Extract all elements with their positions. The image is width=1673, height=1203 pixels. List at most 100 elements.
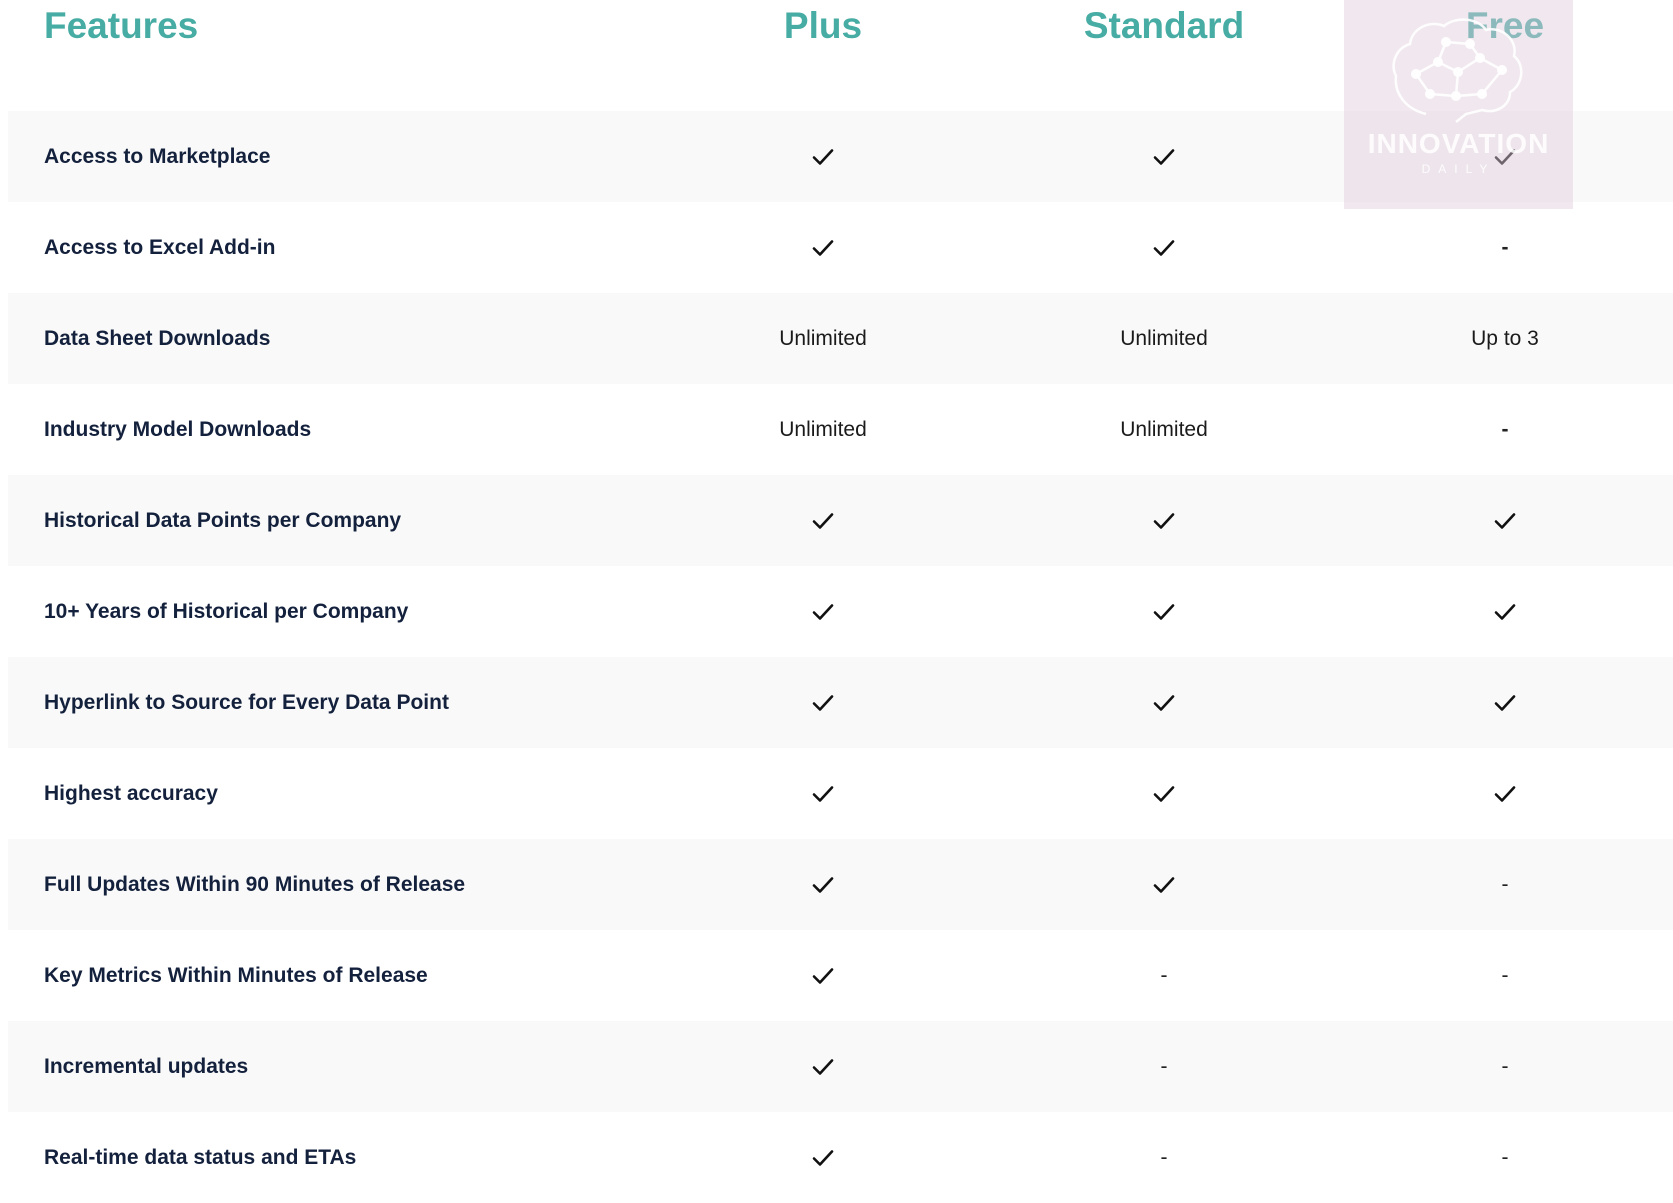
pricing-comparison-table: Features Plus Standard Free Access to Ma… bbox=[0, 0, 1673, 1203]
check-icon bbox=[812, 876, 834, 894]
check-icon bbox=[1153, 239, 1175, 257]
check-icon bbox=[1494, 512, 1516, 530]
cell-plus bbox=[723, 566, 923, 657]
cell-standard bbox=[1064, 111, 1264, 202]
cell-free bbox=[1405, 748, 1605, 839]
cell-free bbox=[1405, 657, 1605, 748]
not-included-dash: - bbox=[1501, 1054, 1509, 1078]
feature-label: Access to Excel Add-in bbox=[44, 236, 276, 259]
cell-plus bbox=[723, 748, 923, 839]
cell-plus bbox=[723, 202, 923, 293]
cell-free bbox=[1405, 111, 1605, 202]
cell-standard: Unlimited bbox=[1064, 384, 1264, 475]
cell-plus: Unlimited bbox=[723, 293, 923, 384]
cell-value: Unlimited bbox=[779, 417, 867, 441]
table-row: 10+ Years of Historical per Company bbox=[8, 566, 1673, 657]
cell-plus bbox=[723, 1112, 923, 1203]
cell-plus bbox=[723, 657, 923, 748]
feature-label: Incremental updates bbox=[44, 1055, 249, 1078]
check-icon bbox=[812, 785, 834, 803]
feature-label: Historical Data Points per Company bbox=[44, 509, 402, 532]
feature-label: Data Sheet Downloads bbox=[44, 327, 271, 350]
feature-label: Hyperlink to Source for Every Data Point bbox=[44, 691, 449, 714]
cell-free bbox=[1405, 566, 1605, 657]
cell-standard: - bbox=[1064, 1021, 1264, 1112]
cell-free: - bbox=[1405, 839, 1605, 930]
cell-standard bbox=[1064, 475, 1264, 566]
cell-standard bbox=[1064, 839, 1264, 930]
table-row: Data Sheet Downloads Unlimited Unlimited Up… bbox=[8, 293, 1673, 384]
table-row: Industry Model Downloads Unlimited Unlimit… bbox=[8, 384, 1673, 475]
table-row: Access to Excel Add-in - bbox=[8, 202, 1673, 293]
feature-label: Key Metrics Within Minutes of Release bbox=[44, 964, 428, 987]
check-icon bbox=[1494, 694, 1516, 712]
check-icon bbox=[1153, 876, 1175, 894]
cell-plus bbox=[723, 1021, 923, 1112]
table-row: Historical Data Points per Company bbox=[8, 475, 1673, 566]
check-icon bbox=[812, 1058, 834, 1076]
features-column-title: Features bbox=[44, 5, 199, 46]
check-icon bbox=[812, 512, 834, 530]
check-icon bbox=[1153, 785, 1175, 803]
check-icon bbox=[812, 967, 834, 985]
cell-standard bbox=[1064, 657, 1264, 748]
cell-value: Unlimited bbox=[779, 326, 867, 350]
table-row: Hyperlink to Source for Every Data Point bbox=[8, 657, 1673, 748]
feature-label: Access to Marketplace bbox=[44, 145, 271, 168]
table-header: Features Plus Standard Free bbox=[0, 0, 1673, 111]
check-icon bbox=[812, 694, 834, 712]
plan-title-standard: Standard bbox=[1083, 5, 1245, 46]
check-icon bbox=[1494, 148, 1516, 166]
not-included-dash: - bbox=[1501, 963, 1509, 987]
check-icon bbox=[1153, 694, 1175, 712]
cell-standard bbox=[1064, 566, 1264, 657]
feature-label: Highest accuracy bbox=[44, 782, 218, 805]
feature-label: Full Updates Within 90 Minutes of Releas… bbox=[44, 873, 466, 896]
table-row: Real-time data status and ETAs - - bbox=[8, 1112, 1673, 1203]
cell-free: - bbox=[1405, 202, 1605, 293]
table-row: Access to Marketplace bbox=[8, 111, 1673, 202]
table-row: Key Metrics Within Minutes of Release - - bbox=[8, 930, 1673, 1021]
not-included-dash: - bbox=[1160, 1145, 1168, 1169]
not-included-dash: - bbox=[1501, 235, 1509, 259]
check-icon bbox=[812, 239, 834, 257]
cell-free: - bbox=[1405, 1112, 1605, 1203]
check-icon bbox=[1153, 148, 1175, 166]
cell-standard: Unlimited bbox=[1064, 293, 1264, 384]
table-row: Highest accuracy bbox=[8, 748, 1673, 839]
cell-plus bbox=[723, 111, 923, 202]
plan-title-free: Free bbox=[1465, 5, 1545, 46]
table-row: Incremental updates - - bbox=[8, 1021, 1673, 1112]
feature-label: Real-time data status and ETAs bbox=[44, 1146, 357, 1169]
cell-free bbox=[1405, 475, 1605, 566]
cell-standard bbox=[1064, 202, 1264, 293]
cell-standard: - bbox=[1064, 1112, 1264, 1203]
cell-plus bbox=[723, 475, 923, 566]
check-icon bbox=[812, 148, 834, 166]
cell-plus: Unlimited bbox=[723, 384, 923, 475]
not-included-dash: - bbox=[1501, 417, 1509, 441]
cell-free: Up to 3 bbox=[1405, 293, 1605, 384]
cell-standard bbox=[1064, 748, 1264, 839]
feature-label: 10+ Years of Historical per Company bbox=[44, 600, 409, 623]
table-row: Full Updates Within 90 Minutes of Releas… bbox=[8, 839, 1673, 930]
table-body: Access to Marketplace Access to Excel Add… bbox=[0, 111, 1673, 1203]
check-icon bbox=[812, 1149, 834, 1167]
cell-value: Unlimited bbox=[1120, 326, 1208, 350]
not-included-dash: - bbox=[1501, 872, 1509, 896]
not-included-dash: - bbox=[1160, 963, 1168, 987]
cell-plus bbox=[723, 930, 923, 1021]
cell-standard: - bbox=[1064, 930, 1264, 1021]
feature-label: Industry Model Downloads bbox=[44, 418, 312, 441]
plan-title-plus: Plus bbox=[783, 5, 863, 46]
check-icon bbox=[812, 603, 834, 621]
cell-free: - bbox=[1405, 384, 1605, 475]
cell-plus bbox=[723, 839, 923, 930]
cell-free: - bbox=[1405, 1021, 1605, 1112]
not-included-dash: - bbox=[1160, 1054, 1168, 1078]
cell-value: Up to 3 bbox=[1471, 326, 1539, 350]
check-icon bbox=[1494, 785, 1516, 803]
check-icon bbox=[1494, 603, 1516, 621]
cell-free: - bbox=[1405, 930, 1605, 1021]
check-icon bbox=[1153, 603, 1175, 621]
